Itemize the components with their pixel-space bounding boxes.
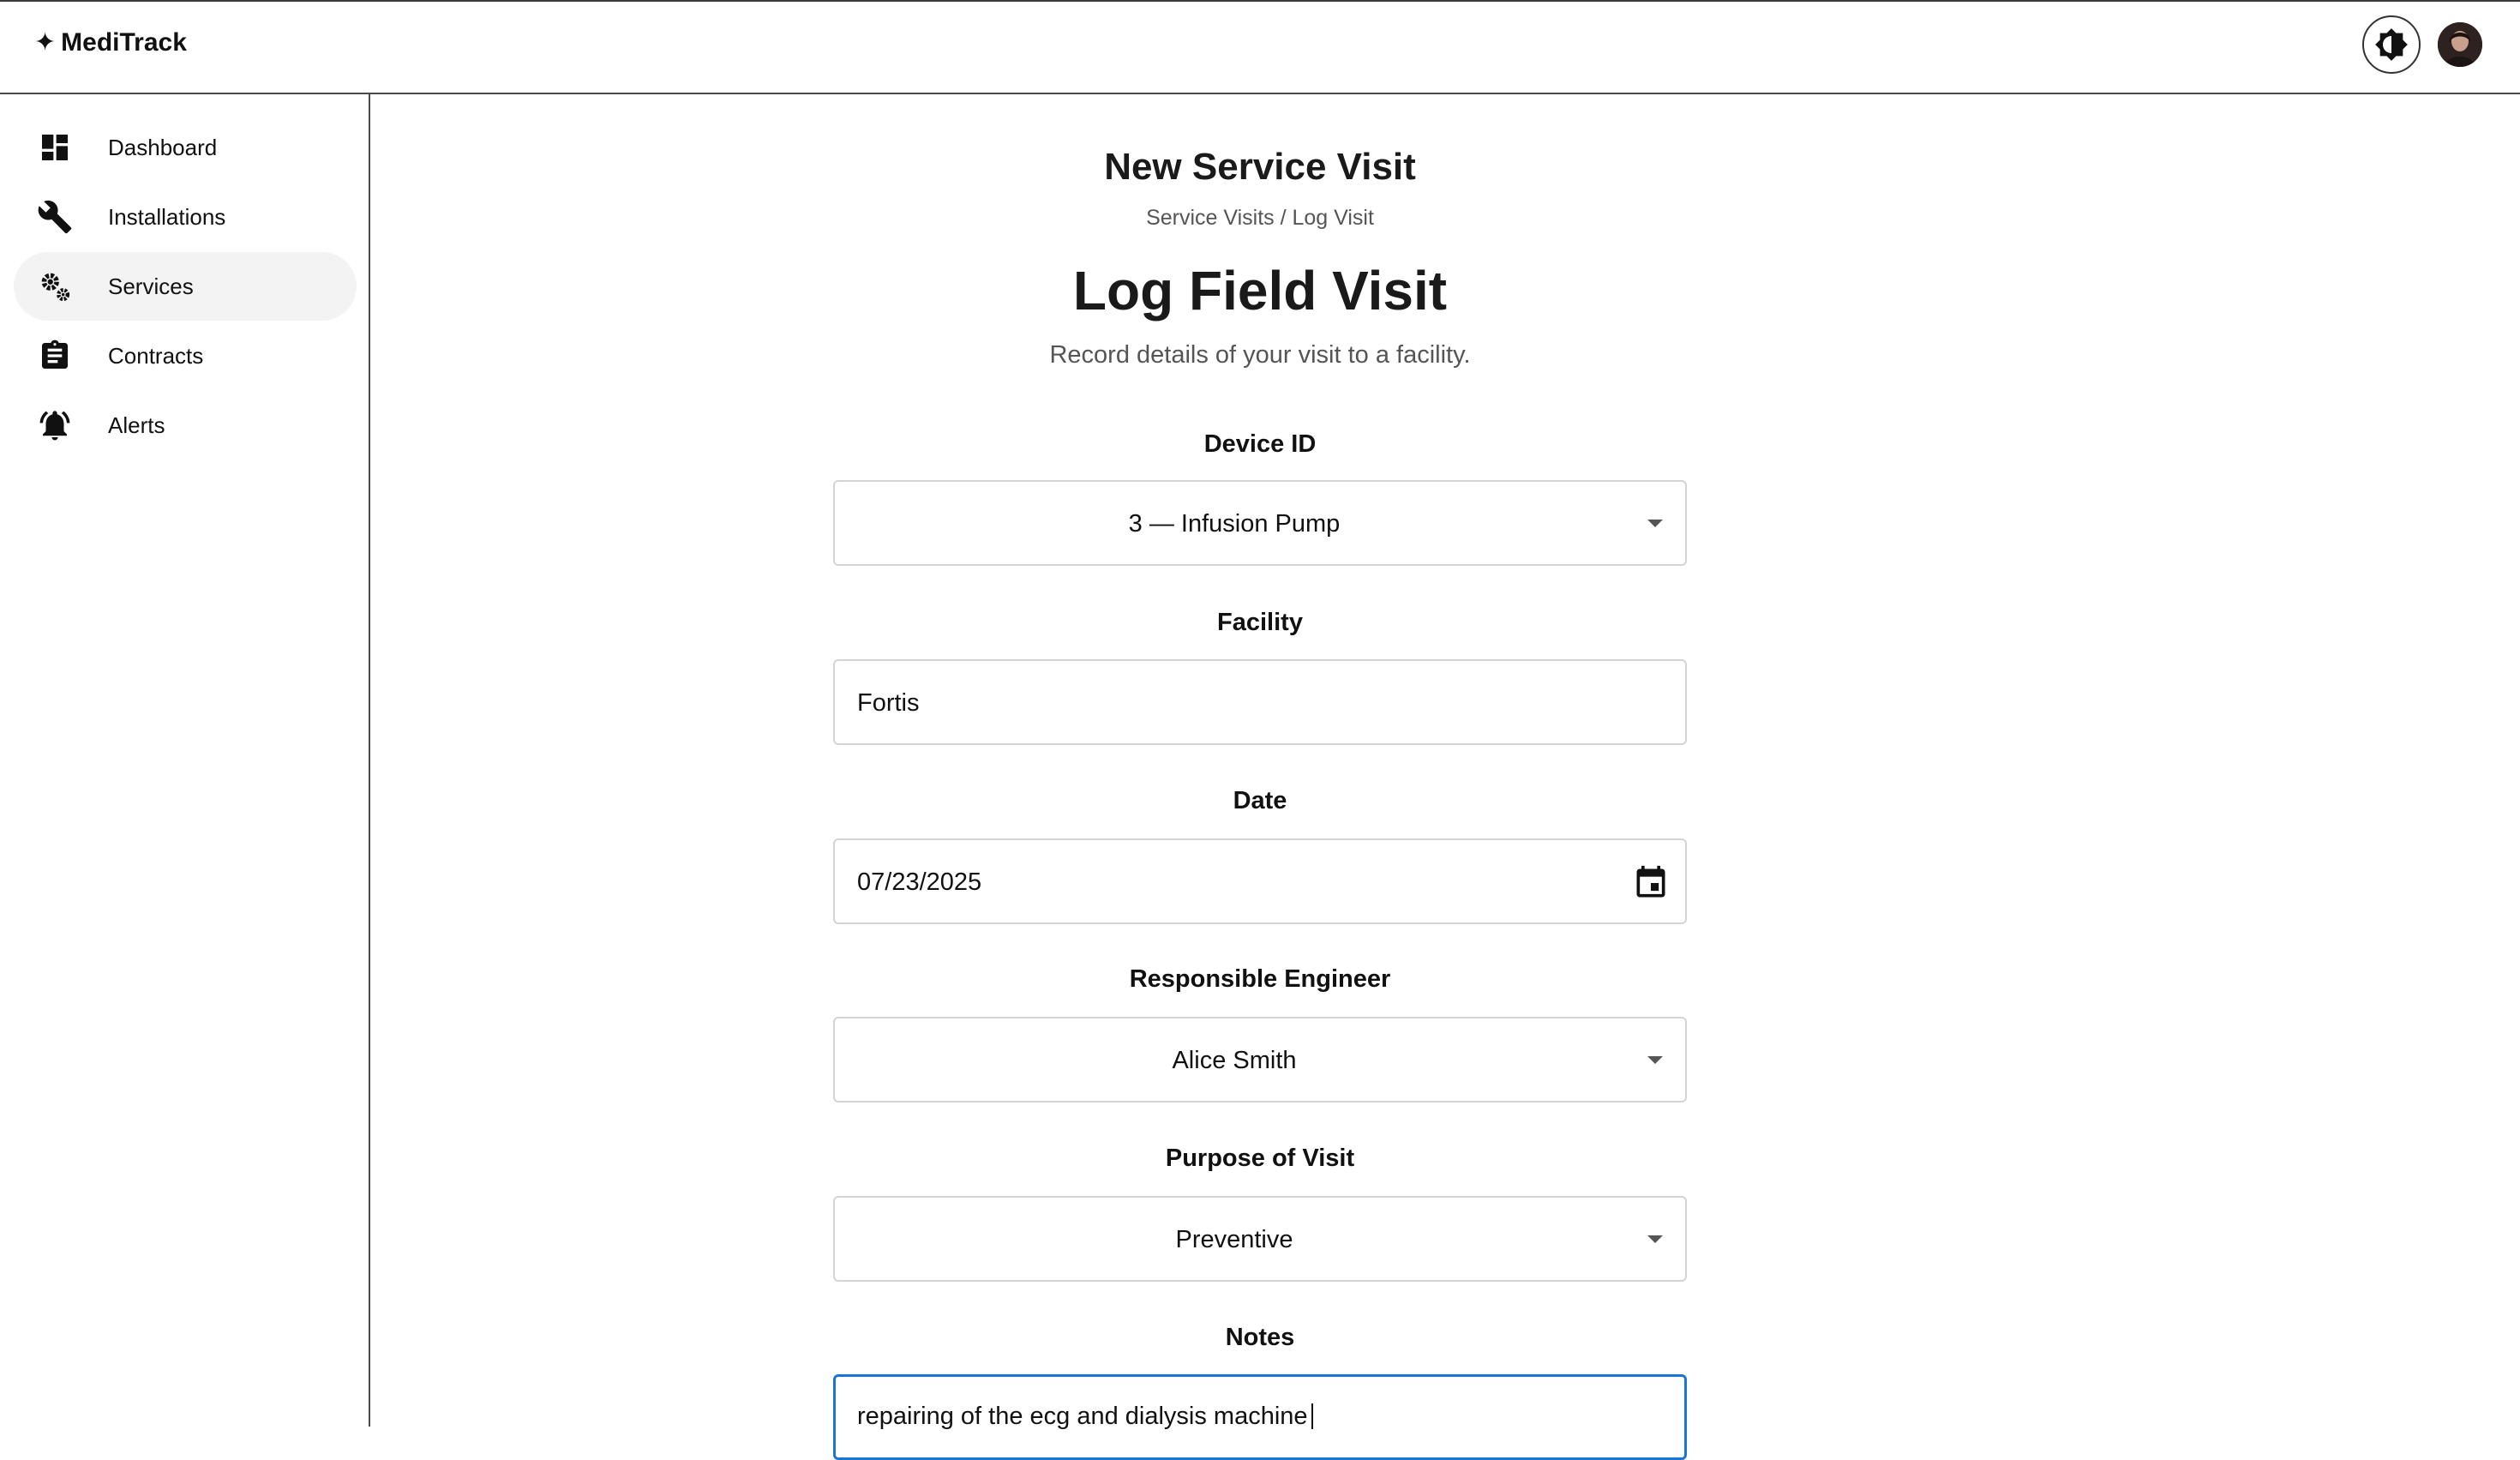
sidebar-item-services[interactable]: Services	[14, 252, 357, 321]
purpose-value: Preventive	[1175, 1226, 1293, 1253]
facility-input[interactable]: Fortis	[833, 659, 1687, 745]
dashboard-icon	[36, 129, 74, 166]
chevron-down-icon	[1647, 520, 1663, 527]
brand-logo[interactable]: ✦ MediTrack	[34, 27, 187, 57]
facility-label: Facility	[1217, 609, 1303, 636]
brightness-icon	[2375, 28, 2408, 61]
sidebar-item-dashboard[interactable]: Dashboard	[14, 113, 357, 182]
theme-toggle-button[interactable]	[2362, 15, 2421, 74]
sidebar-item-label: Contracts	[108, 342, 204, 369]
chevron-down-icon	[1647, 1235, 1663, 1243]
engineer-select[interactable]: Alice Smith	[833, 1017, 1687, 1103]
purpose-label: Purpose of Visit	[1165, 1145, 1355, 1172]
notes-textarea[interactable]: repairing of the ecg and dialysis machin…	[833, 1374, 1687, 1460]
avatar-image	[2438, 22, 2482, 67]
sidebar-item-label: Dashboard	[108, 134, 218, 160]
chevron-down-icon	[1647, 1056, 1663, 1064]
facility-value: Fortis	[857, 689, 920, 717]
sidebar-item-contracts[interactable]: Contracts	[14, 321, 357, 390]
user-avatar[interactable]	[2438, 22, 2482, 67]
notes-value: repairing of the ecg and dialysis machin…	[857, 1403, 1308, 1430]
clipboard-icon	[36, 337, 74, 375]
notes-label: Notes	[1225, 1324, 1295, 1351]
date-value: 07/23/2025	[857, 868, 982, 896]
sidebar-item-alerts[interactable]: Alerts	[14, 391, 357, 460]
breadcrumb[interactable]: Service Visits / Log Visit	[370, 206, 2150, 231]
calendar-icon[interactable]	[1632, 864, 1670, 902]
sidebar: Dashboard Installations Services Contrac…	[0, 94, 370, 1427]
purpose-select[interactable]: Preventive	[833, 1196, 1687, 1282]
engineer-value: Alice Smith	[1172, 1047, 1297, 1074]
sidebar-item-installations[interactable]: Installations	[14, 183, 357, 251]
gears-icon	[36, 267, 74, 305]
form-heading: Log Field Visit	[1072, 260, 1448, 321]
page-title: New Service Visit	[1104, 146, 1416, 188]
main-content: New Service Visit Service Visits / Log V…	[370, 94, 2520, 1460]
engineer-label: Responsible Engineer	[1129, 965, 1391, 993]
text-cursor	[1311, 1403, 1313, 1429]
sidebar-item-label: Installations	[108, 203, 226, 230]
date-label: Date	[1233, 787, 1287, 814]
sidebar-item-label: Alerts	[108, 412, 165, 438]
form-subtitle: Record details of your visit to a facili…	[1049, 341, 1471, 369]
date-input[interactable]: 07/23/2025	[833, 838, 1687, 924]
wrench-icon	[36, 198, 74, 236]
device-id-label: Device ID	[1203, 430, 1317, 458]
top-app-bar: ✦ MediTrack	[0, 0, 2520, 94]
sparkle-icon: ✦	[34, 28, 57, 57]
sidebar-item-label: Services	[108, 273, 194, 299]
device-id-select[interactable]: 3 — Infusion Pump	[833, 480, 1687, 566]
bell-icon	[36, 406, 74, 444]
brand-name: MediTrack	[61, 28, 187, 57]
device-id-value: 3 — Infusion Pump	[1128, 510, 1341, 538]
notes-value-wrap: repairing of the ecg and dialysis machin…	[857, 1403, 1313, 1431]
